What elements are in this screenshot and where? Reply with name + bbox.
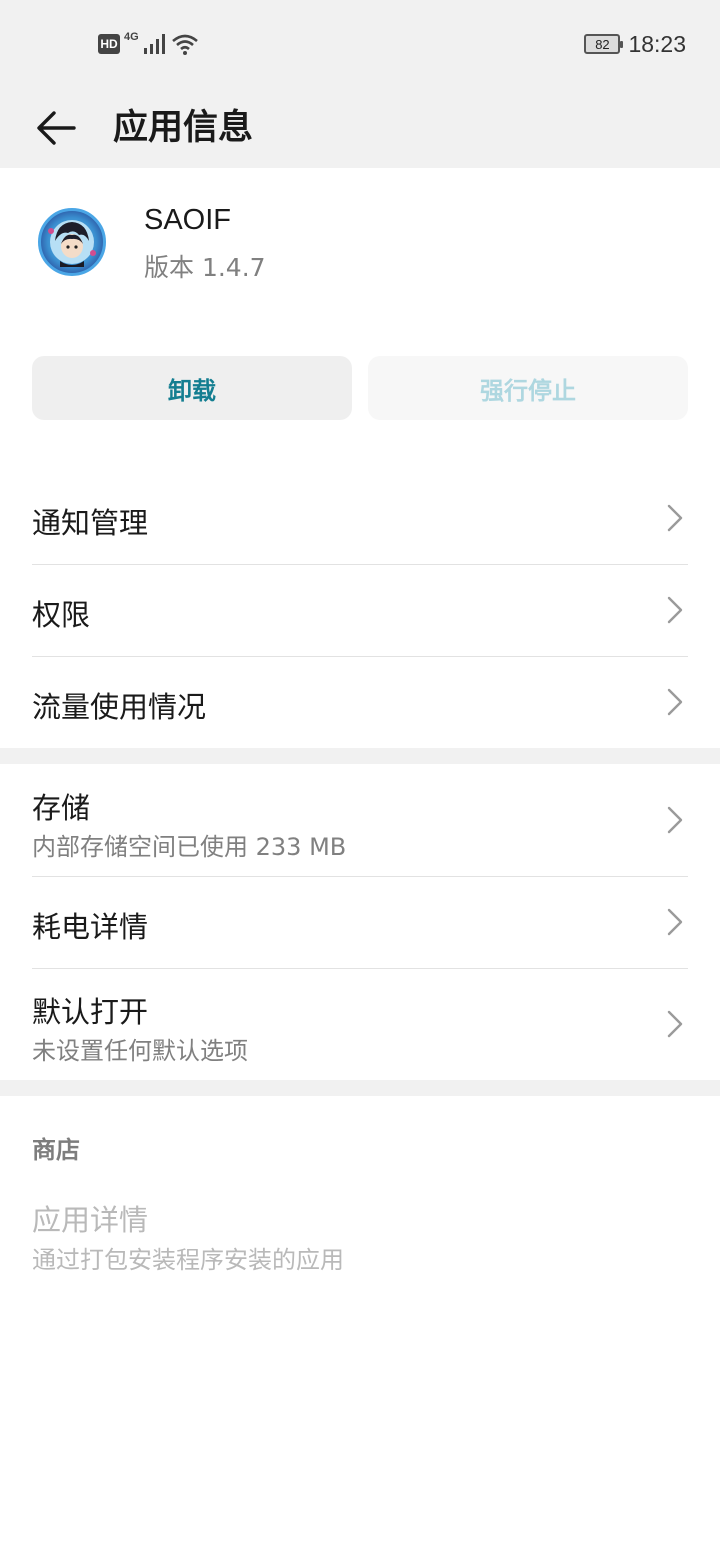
battery-icon: 82 [584, 34, 624, 54]
status-time: 18:23 [628, 30, 686, 57]
open-by-default-detail: 未设置任何默认选项 [32, 1037, 248, 1065]
permissions-label: 权限 [32, 598, 91, 632]
page-title: 应用信息 [113, 108, 254, 148]
data-usage-row[interactable]: 流量使用情况 [32, 657, 688, 748]
app-info-card: SAOIF 版本 1.4.7 [0, 168, 720, 328]
chevron-right-icon [667, 1010, 683, 1038]
notification-management-row[interactable]: 通知管理 [32, 472, 688, 565]
section-divider [0, 1080, 720, 1096]
open-by-default-label: 默认打开 [32, 995, 149, 1029]
storage-detail: 内部存储空间已使用 233 MB [32, 833, 347, 861]
network-type-label: 4G [124, 31, 139, 43]
data-usage-label: 流量使用情况 [32, 690, 207, 724]
back-arrow-icon [37, 111, 76, 145]
status-left: HD 4G [98, 30, 199, 58]
status-right: 82 18:23 [584, 28, 686, 60]
chevron-right-icon [667, 908, 683, 936]
section-divider [0, 748, 720, 764]
app-icon [38, 208, 106, 276]
app-name: SAOIF [144, 204, 232, 236]
open-by-default-row[interactable]: 默认打开 未设置任何默认选项 [32, 969, 688, 1080]
battery-usage-label: 耗电详情 [32, 910, 149, 944]
store-section-label: 商店 [32, 1136, 80, 1164]
chevron-right-icon [667, 806, 683, 834]
app-version: 版本 1.4.7 [144, 253, 266, 282]
signal-icon [143, 34, 165, 54]
storage-label: 存储 [32, 791, 91, 825]
app-details-label: 应用详情 [32, 1203, 149, 1237]
notification-management-label: 通知管理 [32, 506, 149, 540]
storage-row[interactable]: 存储 内部存储空间已使用 233 MB [32, 764, 688, 877]
app-header: 应用信息 [0, 88, 720, 168]
hd-icon: HD [98, 34, 120, 54]
permissions-row[interactable]: 权限 [32, 565, 688, 657]
battery-level: 82 [595, 36, 610, 52]
back-button[interactable] [30, 100, 82, 156]
chevron-right-icon [667, 596, 683, 624]
battery-usage-row[interactable]: 耗电详情 [32, 877, 688, 969]
app-icon-art [48, 220, 96, 267]
chevron-right-icon [667, 688, 683, 716]
chevron-right-icon [667, 504, 683, 532]
wifi-icon [171, 34, 198, 55]
uninstall-button[interactable]: 卸载 [32, 356, 352, 420]
status-bar: HD 4G 82 18:23 [0, 0, 720, 88]
force-stop-button[interactable]: 强行停止 [368, 356, 688, 420]
app-details-detail: 通过打包安装程序安装的应用 [32, 1246, 344, 1274]
